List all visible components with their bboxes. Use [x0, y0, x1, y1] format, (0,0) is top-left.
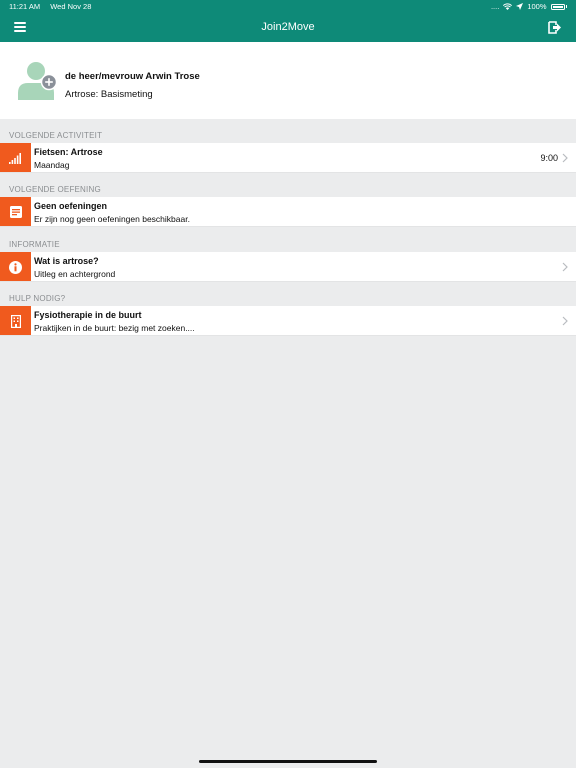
home-indicator[interactable] [199, 760, 377, 763]
wifi-icon [503, 3, 513, 10]
exercise-card-icon [0, 197, 31, 227]
physiotherapy-title: Fysiotherapie in de buurt [34, 310, 142, 320]
list-item-next-exercise: Geen oefeningen Er zijn nog geen oefenin… [0, 197, 576, 227]
list-item-information[interactable]: Wat is artrose? Uitleg en achtergrond [0, 252, 576, 282]
status-bar: 11:21 AM Wed Nov 28 .... 100% [0, 0, 576, 13]
info-icon [0, 252, 31, 282]
battery-tip [565, 5, 567, 8]
information-title: Wat is artrose? [34, 256, 99, 266]
battery-icon [550, 3, 565, 10]
exercise-subtitle: Er zijn nog geen oefeningen beschikbaar. [34, 213, 190, 224]
exercise-title: Geen oefeningen [34, 201, 108, 211]
chevron-right-icon [562, 262, 568, 272]
information-subtitle: Uitleg en achtergrond [34, 268, 116, 279]
logout-icon[interactable] [548, 21, 562, 34]
section-header-information: INFORMATIE [9, 240, 60, 249]
battery-percentage: 100% [527, 2, 547, 11]
section-header-next-exercise: VOLGENDE OEFENING [9, 185, 101, 194]
profile-header[interactable]: de heer/mevrouw Arwin Trose Artrose: Bas… [0, 42, 576, 119]
location-icon [516, 3, 524, 10]
activity-subtitle: Maandag [34, 159, 70, 170]
physiotherapy-subtitle: Praktijken in de buurt: bezig met zoeken… [34, 322, 195, 333]
chevron-right-icon [562, 153, 568, 163]
building-icon [0, 306, 31, 336]
signal-bars-icon [0, 143, 31, 173]
list-item-physiotherapy[interactable]: Fysiotherapie in de buurt Praktijken in … [0, 306, 576, 336]
activity-time: 9:00 [540, 153, 558, 163]
profile-name: de heer/mevrouw Arwin Trose [65, 71, 200, 82]
activity-title: Fietsen: Artrose [34, 147, 103, 157]
app-title: Join2Move [261, 21, 315, 33]
navigation-bar: Join2Move [0, 13, 576, 42]
status-time: 11:21 AM [9, 2, 41, 11]
status-date: Wed Nov 28 [50, 2, 92, 11]
chevron-right-icon [562, 316, 568, 326]
list-item-next-activity[interactable]: Fietsen: Artrose Maandag 9:00 [0, 143, 576, 173]
profile-subtitle: Artrose: Basismeting [65, 89, 153, 100]
section-header-next-activity: VOLGENDE ACTIVITEIT [9, 131, 103, 140]
section-header-help: HULP NODIG? [9, 294, 66, 303]
cellular-signal: .... [490, 2, 500, 11]
add-user-avatar-icon[interactable] [18, 62, 58, 102]
